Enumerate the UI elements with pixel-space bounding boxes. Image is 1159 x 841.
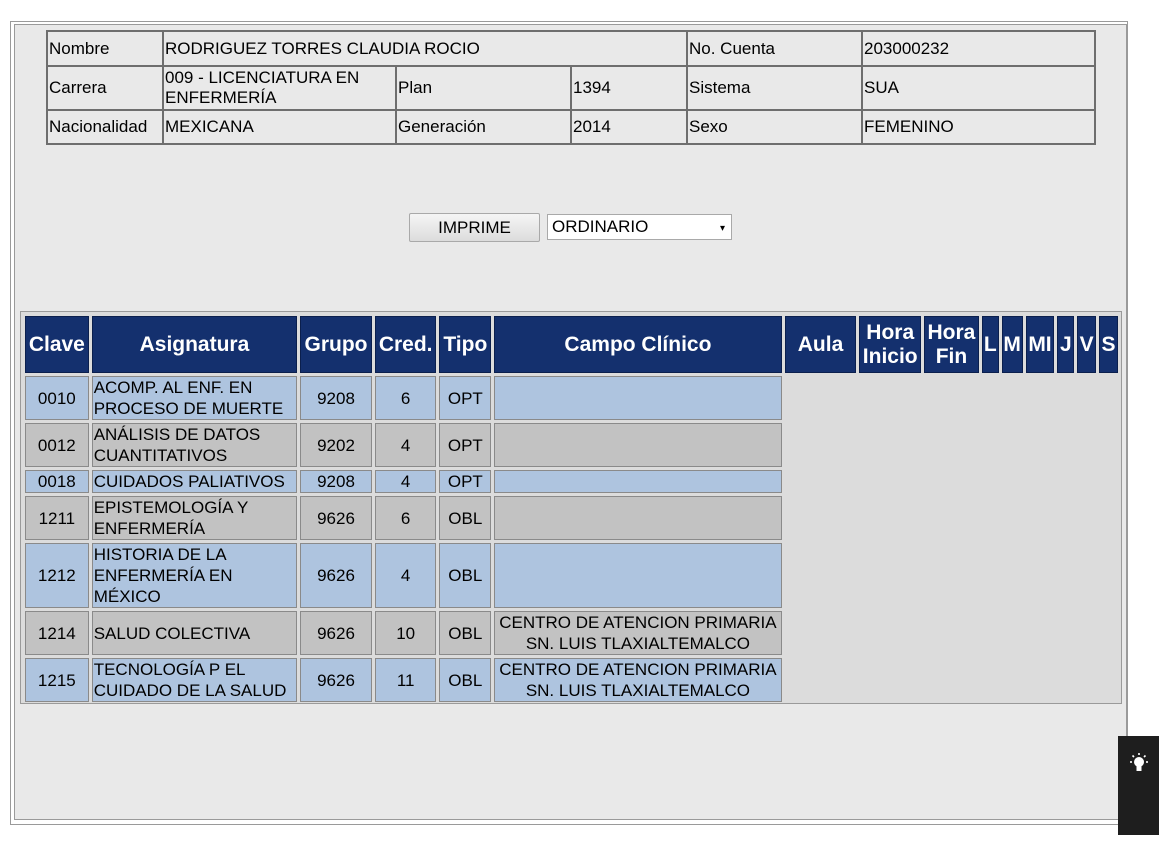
- cell-campo-clinico: [494, 543, 782, 608]
- schedule-panel: Clave Asignatura Grupo Cred. Tipo Campo …: [20, 311, 1122, 704]
- cell-tipo: OBL: [439, 496, 492, 540]
- cell-asignatura: HISTORIA DE LA ENFERMERÍA EN MÉXICO: [91, 543, 298, 608]
- header-grupo: Grupo: [300, 316, 372, 373]
- cell-clave: 1214: [25, 611, 89, 655]
- table-row: 0012 ANÁLISIS DE DATOS CUANTITATIVOS 920…: [25, 423, 1118, 467]
- cuenta-value: 203000232: [861, 30, 1096, 67]
- cell-grupo: 9626: [300, 496, 372, 540]
- plan-label: Plan: [395, 65, 572, 111]
- cell-asignatura: CUIDADOS PALIATIVOS: [91, 470, 298, 493]
- header-hora-fin: Hora Fin: [924, 316, 979, 373]
- cell-tipo: OPT: [439, 376, 492, 420]
- cell-campo-clinico: [494, 496, 782, 540]
- cell-tipo: OPT: [439, 470, 492, 493]
- cell-campo-clinico: CENTRO DE ATENCION PRIMARIA SN. LUIS TLA…: [494, 658, 782, 702]
- cell-campo-clinico: [494, 423, 782, 467]
- header-aula: Aula: [784, 316, 857, 373]
- header-hora-inicio: Hora Inicio: [859, 316, 922, 373]
- cell-tipo: OBL: [439, 543, 492, 608]
- table-row: 1211 EPISTEMOLOGÍA Y ENFERMERÍA 9626 6 O…: [25, 496, 1118, 540]
- cell-cred: 6: [374, 496, 437, 540]
- cell-grupo: 9208: [300, 376, 372, 420]
- cell-cred: 11: [374, 658, 437, 702]
- table-row: 1214 SALUD COLECTIVA 9626 10 OBL CENTRO …: [25, 611, 1118, 655]
- generacion-label: Generación: [395, 109, 572, 145]
- cell-asignatura: SALUD COLECTIVA: [91, 611, 298, 655]
- nombre-label: Nombre: [46, 30, 164, 67]
- cell-asignatura: ACOMP. AL ENF. EN PROCESO DE MUERTE: [91, 376, 298, 420]
- cell-tipo: OPT: [439, 423, 492, 467]
- nombre-value: RODRIGUEZ TORRES CLAUDIA ROCIO: [162, 30, 688, 67]
- header-j: J: [1057, 316, 1075, 373]
- cell-grupo: 9626: [300, 543, 372, 608]
- cell-campo-clinico: [494, 376, 782, 420]
- carrera-value: 009 - LICENCIATURA EN ENFERMERÍA: [162, 65, 397, 111]
- cell-asignatura: EPISTEMOLOGÍA Y ENFERMERÍA: [91, 496, 298, 540]
- cell-clave: 0012: [25, 423, 89, 467]
- cell-tipo: OBL: [439, 611, 492, 655]
- tips-button[interactable]: [1118, 736, 1159, 835]
- header-s: S: [1099, 316, 1118, 373]
- cuenta-label: No. Cuenta: [686, 30, 863, 67]
- cell-clave: 1211: [25, 496, 89, 540]
- header-tipo: Tipo: [439, 316, 492, 373]
- carrera-label: Carrera: [46, 65, 164, 111]
- header-asignatura: Asignatura: [91, 316, 298, 373]
- cell-clave: 1212: [25, 543, 89, 608]
- sexo-value: FEMENINO: [861, 109, 1096, 145]
- period-select[interactable]: ORDINARIO ▾: [547, 214, 732, 240]
- cell-grupo: 9626: [300, 658, 372, 702]
- print-button[interactable]: IMPRIME: [409, 213, 540, 242]
- table-row: 1212 HISTORIA DE LA ENFERMERÍA EN MÉXICO…: [25, 543, 1118, 608]
- cell-clave: 1215: [25, 658, 89, 702]
- header-m: M: [1001, 316, 1023, 373]
- cell-cred: 6: [374, 376, 437, 420]
- cell-campo-clinico: [494, 470, 782, 493]
- generacion-value: 2014: [570, 109, 688, 145]
- cell-asignatura: TECNOLOGÍA P EL CUIDADO DE LA SALUD: [91, 658, 298, 702]
- cell-clave: 0018: [25, 470, 89, 493]
- table-row: 1215 TECNOLOGÍA P EL CUIDADO DE LA SALUD…: [25, 658, 1118, 702]
- cell-clave: 0010: [25, 376, 89, 420]
- nacionalidad-value: MEXICANA: [162, 109, 397, 145]
- period-select-value: ORDINARIO: [552, 217, 649, 236]
- cell-campo-clinico: CENTRO DE ATENCION PRIMARIA SN. LUIS TLA…: [494, 611, 782, 655]
- plan-value: 1394: [570, 65, 688, 111]
- cell-cred: 4: [374, 543, 437, 608]
- chevron-down-icon: ▾: [719, 223, 725, 234]
- schedule-table: Clave Asignatura Grupo Cred. Tipo Campo …: [22, 313, 1121, 705]
- cell-grupo: 9626: [300, 611, 372, 655]
- table-row: 0010 ACOMP. AL ENF. EN PROCESO DE MUERTE…: [25, 376, 1118, 420]
- cell-asignatura: ANÁLISIS DE DATOS CUANTITATIVOS: [91, 423, 298, 467]
- sistema-label: Sistema: [686, 65, 863, 111]
- table-row: 0018 CUIDADOS PALIATIVOS 9208 4 OPT: [25, 470, 1118, 493]
- student-info-table: Nombre RODRIGUEZ TORRES CLAUDIA ROCIO No…: [46, 30, 1096, 145]
- header-l: L: [981, 316, 999, 373]
- header-v: V: [1077, 316, 1097, 373]
- cell-tipo: OBL: [439, 658, 492, 702]
- cell-cred: 4: [374, 423, 437, 467]
- cell-cred: 4: [374, 470, 437, 493]
- header-mi: MI: [1025, 316, 1055, 373]
- cell-grupo: 9202: [300, 423, 372, 467]
- sistema-value: SUA: [861, 65, 1096, 111]
- header-clave: Clave: [25, 316, 89, 373]
- nacionalidad-label: Nacionalidad: [46, 109, 164, 145]
- cell-grupo: 9208: [300, 470, 372, 493]
- sexo-label: Sexo: [686, 109, 863, 145]
- cell-cred: 10: [374, 611, 437, 655]
- header-cred: Cred.: [374, 316, 437, 373]
- lightbulb-icon: [1129, 753, 1148, 771]
- header-campo-clinico: Campo Clínico: [494, 316, 782, 373]
